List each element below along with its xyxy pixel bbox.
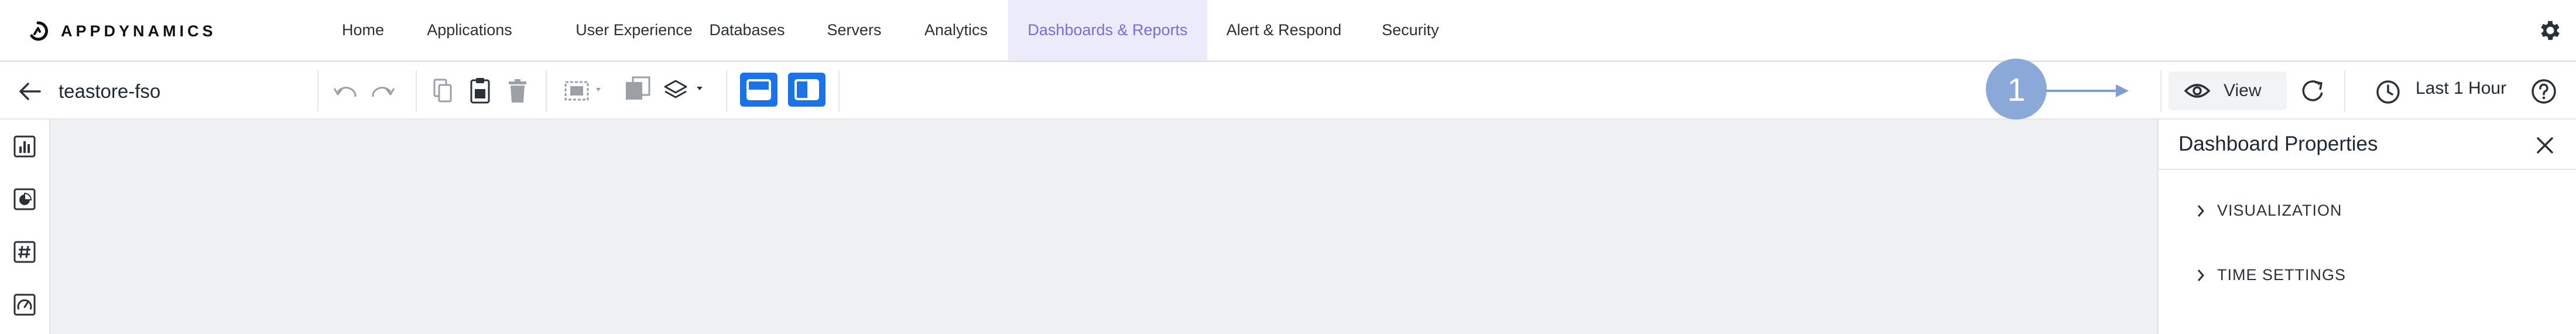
dashboard-properties-panel: Dashboard Properties VISUALIZATION TIME … (2157, 120, 2576, 334)
time-range-label[interactable]: Last 1 Hour (2416, 79, 2506, 98)
undo-button[interactable] (331, 79, 358, 103)
top-navigation: APPDYNAMICS Home Applications User Exper… (0, 0, 2576, 62)
layout-mode-bottom-button[interactable] (740, 73, 777, 107)
clipboard-icon (470, 78, 490, 104)
toolbar-divider (416, 70, 417, 111)
toolbar-divider (838, 70, 840, 111)
refresh-button[interactable] (2298, 77, 2328, 105)
widget-palette-rail (0, 120, 50, 334)
back-button[interactable] (15, 79, 43, 104)
arrange-widgets-button[interactable] (563, 76, 608, 105)
arrange-icon (564, 81, 601, 101)
nav-databases[interactable]: Databases (703, 0, 792, 60)
redo-button[interactable] (370, 79, 397, 103)
time-range-picker[interactable] (2375, 79, 2402, 105)
toolbar-divider (317, 70, 318, 111)
appdynamics-logo-icon (30, 21, 48, 41)
nav-home[interactable]: Home (334, 0, 392, 60)
bring-forward-button[interactable] (624, 75, 652, 105)
gauge-widget-icon[interactable] (13, 293, 36, 316)
help-button[interactable] (2529, 77, 2558, 105)
arrow-left-icon (19, 83, 41, 100)
section-label: TIME SETTINGS (2217, 266, 2347, 284)
dashboard-name[interactable]: teastore-fso (59, 80, 160, 103)
clock-icon (2376, 80, 2400, 104)
brand-name: APPDYNAMICS (61, 22, 217, 40)
callout-arrow-head (2116, 84, 2129, 97)
toolbar-divider (2344, 70, 2345, 111)
nav-servers[interactable]: Servers (820, 0, 889, 60)
section-label: VISUALIZATION (2217, 202, 2342, 219)
view-mode-button[interactable]: View (2169, 71, 2287, 110)
panel-bottom-icon (746, 79, 771, 100)
paste-button[interactable] (468, 75, 492, 105)
panel-title: Dashboard Properties (2178, 132, 2378, 155)
gear-icon[interactable] (2537, 18, 2563, 43)
redo-icon (372, 87, 395, 97)
nav-user-experience[interactable]: User Experience (549, 0, 719, 60)
panel-right-icon (794, 79, 819, 100)
callout-arrow-line (2046, 90, 2117, 92)
view-label: View (2224, 81, 2262, 100)
nav-dashboards-reports[interactable]: Dashboards & Reports (1008, 0, 1207, 60)
layers-button[interactable] (663, 75, 710, 105)
pie-chart-widget-icon[interactable] (13, 188, 36, 211)
copy-button[interactable] (431, 76, 454, 105)
toolbar-divider (726, 70, 727, 111)
toolbar-divider (2160, 70, 2161, 111)
nav-applications[interactable]: Applications (417, 0, 522, 60)
brand-logo[interactable]: APPDYNAMICS (28, 18, 217, 45)
refresh-icon (2302, 80, 2323, 101)
close-icon[interactable] (2533, 134, 2557, 157)
nav-alert-respond[interactable]: Alert & Respond (1221, 0, 1347, 60)
toolbar-divider (546, 70, 547, 111)
nav-analytics[interactable]: Analytics (917, 0, 995, 60)
layout-mode-side-button[interactable] (788, 73, 825, 107)
chevron-right-icon (2197, 269, 2204, 281)
trash-icon (509, 79, 526, 103)
callout-marker: 1 (1986, 59, 2047, 120)
delete-button[interactable] (506, 76, 529, 105)
undo-icon (333, 87, 357, 97)
help-icon (2532, 79, 2556, 104)
bring-forward-icon (626, 76, 650, 100)
eye-icon (2184, 84, 2211, 98)
panel-divider (2159, 169, 2576, 170)
nav-security[interactable]: Security (1378, 0, 1443, 60)
copy-icon (433, 79, 452, 103)
dashboard-canvas[interactable] (50, 120, 2157, 334)
metric-value-widget-icon[interactable] (13, 240, 36, 264)
layers-icon (664, 80, 703, 98)
section-visualization[interactable]: VISUALIZATION (2196, 202, 2342, 220)
chevron-right-icon (2197, 205, 2204, 217)
section-time-settings[interactable]: TIME SETTINGS (2196, 266, 2346, 284)
bar-chart-widget-icon[interactable] (13, 135, 36, 158)
